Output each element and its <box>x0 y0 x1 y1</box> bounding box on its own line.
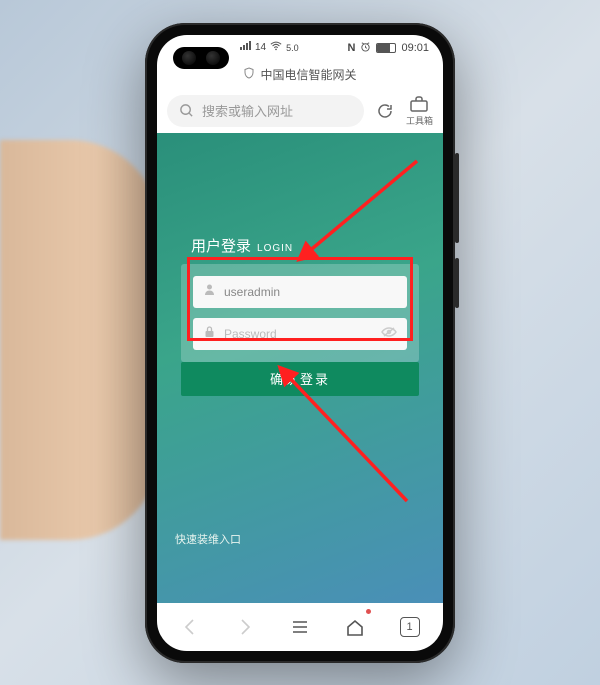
toolbox-button[interactable]: 工具箱 <box>406 95 433 127</box>
login-block: 用户登录 LOGIN useradmin Password <box>181 235 419 396</box>
username-value: useradmin <box>224 285 397 299</box>
password-placeholder: Password <box>224 327 373 341</box>
user-icon <box>203 283 216 301</box>
toggle-visibility-icon[interactable] <box>381 325 397 343</box>
search-input[interactable]: 搜索或输入网址 <box>167 95 364 127</box>
shield-icon <box>243 67 255 82</box>
screen: 14 5.0 N 09:01 中国电信智能网关 <box>157 35 443 651</box>
toolbox-label: 工具箱 <box>406 114 433 127</box>
clock-time: 09:01 <box>401 42 429 54</box>
volume-button <box>455 153 459 243</box>
nav-forward-button[interactable] <box>225 607 265 647</box>
alarm-icon <box>360 41 371 55</box>
refresh-button[interactable] <box>374 100 396 122</box>
nfc-icon: N <box>348 42 356 54</box>
login-submit-label: 确认登录 <box>270 369 330 388</box>
login-title-cn: 用户登录 <box>191 235 251 256</box>
search-placeholder: 搜索或输入网址 <box>202 101 293 120</box>
camera-cutout <box>173 47 229 69</box>
nav-home-button[interactable] <box>335 607 375 647</box>
network-label: 14 <box>255 42 266 53</box>
password-field[interactable]: Password <box>193 318 407 350</box>
fast-install-link[interactable]: 快速装维入口 <box>175 531 241 547</box>
login-submit-button[interactable]: 确认登录 <box>181 362 419 396</box>
tab-count: 1 <box>400 617 420 637</box>
rate-label: 5.0 <box>286 43 299 53</box>
power-button <box>455 258 459 308</box>
browser-bottom-nav: 1 <box>157 603 443 651</box>
url-bar: 搜索或输入网址 工具箱 <box>157 89 443 133</box>
nav-back-button[interactable] <box>170 607 210 647</box>
signal-icon <box>239 41 251 54</box>
username-field[interactable]: useradmin <box>193 276 407 308</box>
notification-dot-icon <box>366 609 371 614</box>
phone-frame: 14 5.0 N 09:01 中国电信智能网关 <box>145 23 455 663</box>
page-content: 用户登录 LOGIN useradmin Password <box>157 133 443 603</box>
login-title-en: LOGIN <box>257 243 293 254</box>
wifi-icon <box>270 41 282 54</box>
battery-icon <box>376 43 396 53</box>
lock-icon <box>203 325 216 343</box>
page-title: 中国电信智能网关 <box>260 66 356 83</box>
nav-menu-button[interactable] <box>280 607 320 647</box>
nav-tabs-button[interactable]: 1 <box>390 607 430 647</box>
